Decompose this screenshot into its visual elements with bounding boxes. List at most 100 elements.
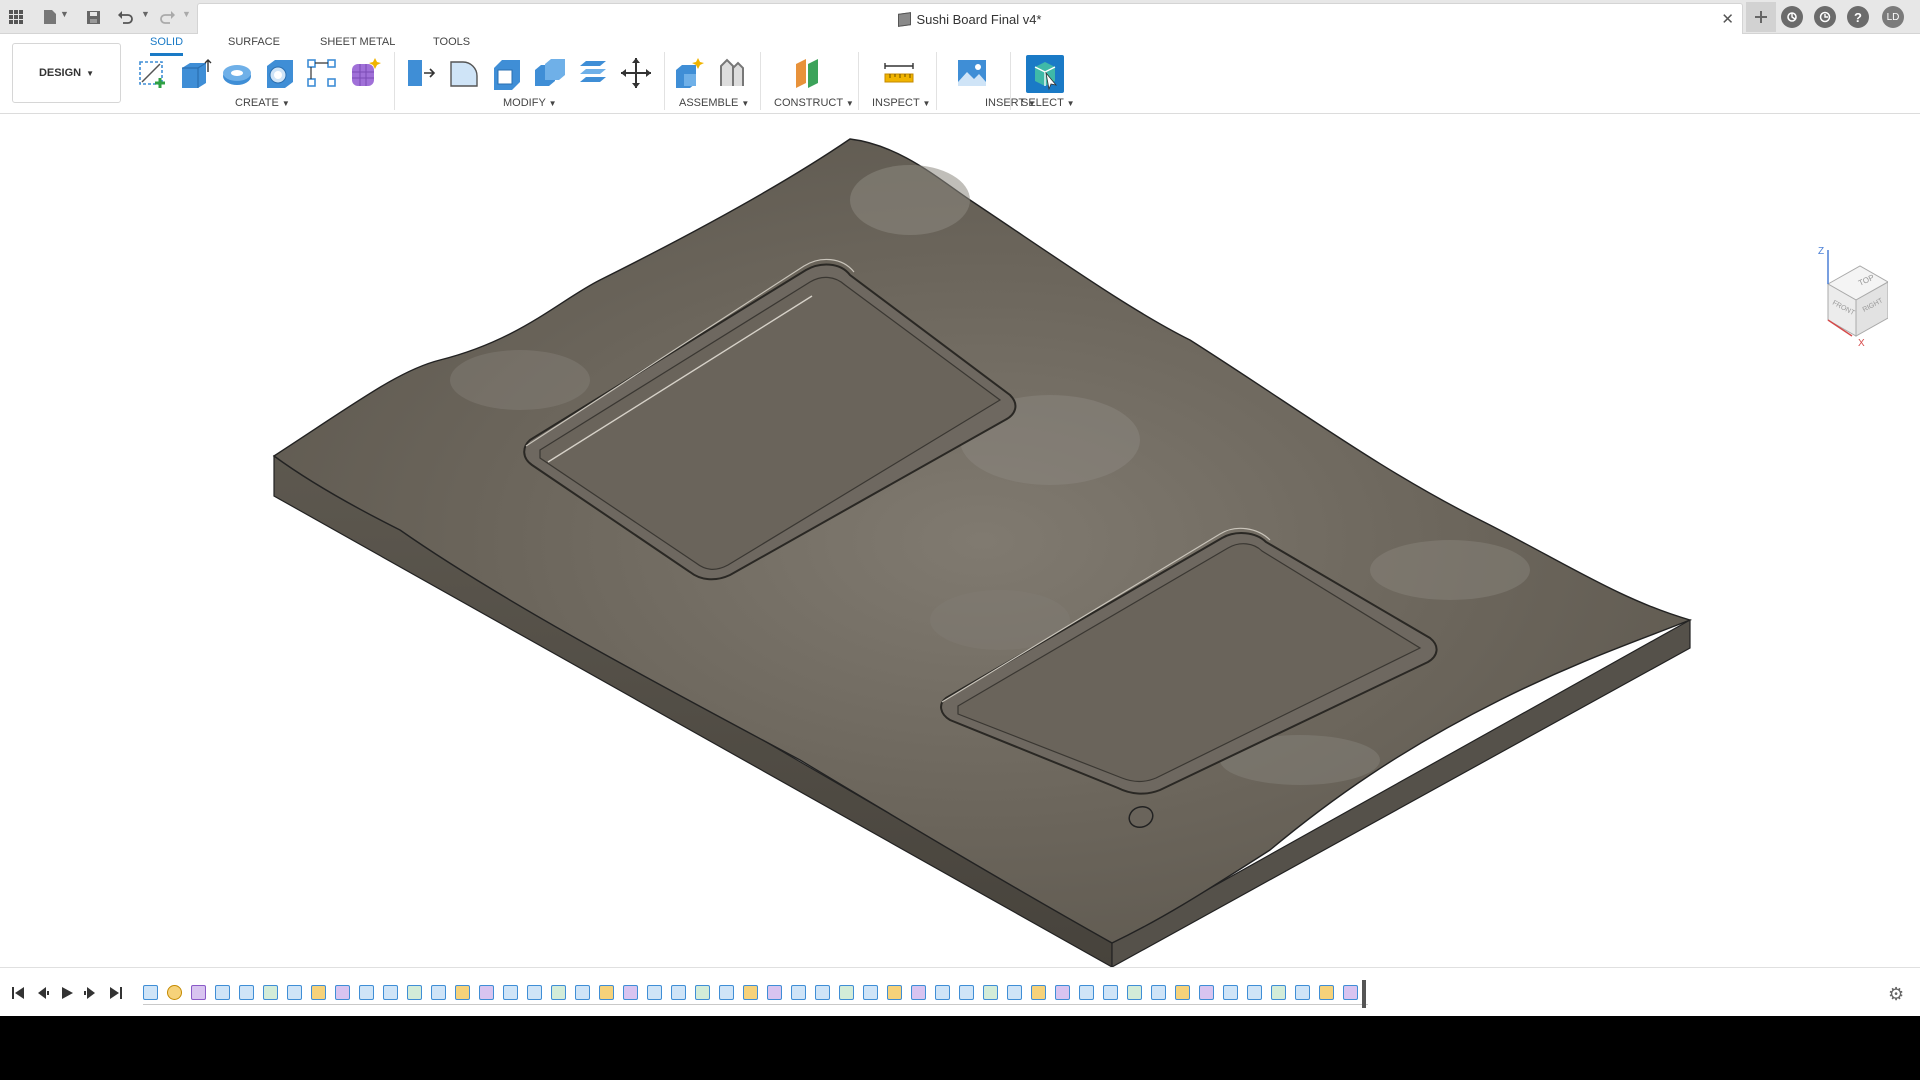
timeline-feature-icon[interactable]: [839, 985, 854, 1000]
revolve-icon[interactable]: [220, 56, 254, 90]
tab-tools[interactable]: TOOLS: [433, 36, 470, 53]
timeline-feature-icon[interactable]: [167, 985, 182, 1000]
user-avatar[interactable]: LD: [1882, 6, 1904, 28]
assemble-group-label[interactable]: ASSEMBLE ▼: [679, 97, 749, 109]
timeline-feature-icon[interactable]: [1247, 985, 1262, 1000]
timeline-feature-icon[interactable]: [287, 985, 302, 1000]
timeline-feature-icon[interactable]: [575, 985, 590, 1000]
timeline-feature-icon[interactable]: [863, 985, 878, 1000]
file-menu-caret-icon[interactable]: ▼: [60, 9, 69, 19]
timeline-feature-icon[interactable]: [767, 985, 782, 1000]
view-cube[interactable]: TOP FRONT RIGHT Z X: [1808, 244, 1888, 354]
timeline-feature-icon[interactable]: [191, 985, 206, 1000]
timeline-feature-icon[interactable]: [263, 985, 278, 1000]
select-tool-button[interactable]: [1026, 55, 1064, 93]
insert-canvas-icon[interactable]: [955, 56, 989, 90]
play-icon[interactable]: [59, 985, 75, 1001]
timeline-feature-icon[interactable]: [935, 985, 950, 1000]
timeline-track[interactable]: [143, 980, 1368, 1006]
timeline-feature-icon[interactable]: [359, 985, 374, 1000]
measure-icon[interactable]: [882, 56, 916, 90]
offset-face-icon[interactable]: [576, 56, 610, 90]
timeline-feature-icon[interactable]: [695, 985, 710, 1000]
timeline-feature-icon[interactable]: [1319, 985, 1334, 1000]
timeline-feature-icon[interactable]: [791, 985, 806, 1000]
timeline-feature-icon[interactable]: [1175, 985, 1190, 1000]
create-sketch-icon[interactable]: [136, 56, 170, 90]
undo-icon[interactable]: [112, 4, 138, 30]
workspace-switcher-button[interactable]: DESIGN ▼: [12, 43, 121, 103]
step-forward-icon[interactable]: [83, 985, 99, 1001]
chamfer-icon[interactable]: [490, 56, 524, 90]
document-tab[interactable]: Sushi Board Final v4* ✕: [197, 3, 1743, 34]
timeline-feature-icon[interactable]: [239, 985, 254, 1000]
sushi-board-model[interactable]: [0, 114, 1920, 969]
save-icon[interactable]: [80, 4, 106, 30]
create-group-label[interactable]: CREATE ▼: [235, 97, 290, 109]
timeline-feature-icon[interactable]: [1127, 985, 1142, 1000]
timeline-feature-icon[interactable]: [647, 985, 662, 1000]
timeline-feature-icon[interactable]: [479, 985, 494, 1000]
step-back-icon[interactable]: [34, 985, 50, 1001]
timeline-feature-icon[interactable]: [719, 985, 734, 1000]
timeline-feature-icon[interactable]: [1295, 985, 1310, 1000]
grid-icon[interactable]: [3, 4, 29, 30]
timeline-feature-icon[interactable]: [599, 985, 614, 1000]
timeline-playhead[interactable]: [1362, 980, 1366, 1008]
tab-sheet-metal[interactable]: SHEET METAL: [320, 36, 395, 53]
close-icon[interactable]: ✕: [1721, 10, 1734, 28]
shell-icon[interactable]: [263, 56, 297, 90]
timeline-feature-icon[interactable]: [623, 985, 638, 1000]
timeline-feature-icon[interactable]: [887, 985, 902, 1000]
combine-icon[interactable]: [533, 56, 567, 90]
timeline-feature-icon[interactable]: [551, 985, 566, 1000]
timeline-feature-icon[interactable]: [1007, 985, 1022, 1000]
timeline-feature-icon[interactable]: [431, 985, 446, 1000]
timeline-feature-icon[interactable]: [335, 985, 350, 1000]
fillet-icon[interactable]: [447, 56, 481, 90]
gear-icon[interactable]: ⚙: [1888, 984, 1904, 1005]
skip-to-end-icon[interactable]: [108, 985, 124, 1001]
extrude-icon[interactable]: [178, 56, 212, 90]
move-icon[interactable]: [619, 56, 653, 90]
undo-history-caret-icon[interactable]: ▼: [141, 9, 150, 19]
timeline-feature-icon[interactable]: [1079, 985, 1094, 1000]
timeline-feature-icon[interactable]: [1343, 985, 1358, 1000]
timeline-feature-icon[interactable]: [215, 985, 230, 1000]
help-icon[interactable]: ?: [1847, 6, 1869, 28]
timeline-feature-icon[interactable]: [143, 985, 158, 1000]
joint-icon[interactable]: [715, 56, 749, 90]
create-form-icon[interactable]: [348, 56, 382, 90]
modify-group-label[interactable]: MODIFY ▼: [503, 97, 557, 109]
timeline-feature-icon[interactable]: [815, 985, 830, 1000]
timeline-feature-icon[interactable]: [1151, 985, 1166, 1000]
timeline-feature-icon[interactable]: [1055, 985, 1070, 1000]
construct-group-label[interactable]: CONSTRUCT ▼: [774, 97, 854, 109]
new-component-icon[interactable]: [672, 56, 706, 90]
timeline-feature-icon[interactable]: [1103, 985, 1118, 1000]
timeline-feature-icon[interactable]: [407, 985, 422, 1000]
timeline-feature-icon[interactable]: [911, 985, 926, 1000]
rectangular-pattern-icon[interactable]: [305, 56, 339, 90]
timeline-feature-icon[interactable]: [383, 985, 398, 1000]
tab-solid[interactable]: SOLID: [150, 36, 184, 56]
timeline-feature-icon[interactable]: [959, 985, 974, 1000]
timeline-feature-icon[interactable]: [671, 985, 686, 1000]
timeline-feature-icon[interactable]: [527, 985, 542, 1000]
timeline-feature-icon[interactable]: [1223, 985, 1238, 1000]
timeline-feature-icon[interactable]: [1199, 985, 1214, 1000]
timeline-feature-icon[interactable]: [311, 985, 326, 1000]
extensions-icon[interactable]: [1781, 6, 1803, 28]
timeline-feature-icon[interactable]: [503, 985, 518, 1000]
timeline-feature-icon[interactable]: [455, 985, 470, 1000]
redo-history-caret-icon[interactable]: ▼: [182, 9, 191, 19]
press-pull-icon[interactable]: [404, 56, 438, 90]
timeline-feature-icon[interactable]: [1271, 985, 1286, 1000]
timeline-feature-icon[interactable]: [983, 985, 998, 1000]
new-tab-icon[interactable]: [1746, 2, 1776, 32]
inspect-group-label[interactable]: INSPECT ▼: [872, 97, 930, 109]
tab-surface[interactable]: SURFACE: [228, 36, 280, 53]
timeline-feature-icon[interactable]: [1031, 985, 1046, 1000]
3d-viewport[interactable]: TOP FRONT RIGHT Z X: [0, 114, 1920, 969]
select-group-label[interactable]: SELECT ▼: [1021, 97, 1075, 109]
